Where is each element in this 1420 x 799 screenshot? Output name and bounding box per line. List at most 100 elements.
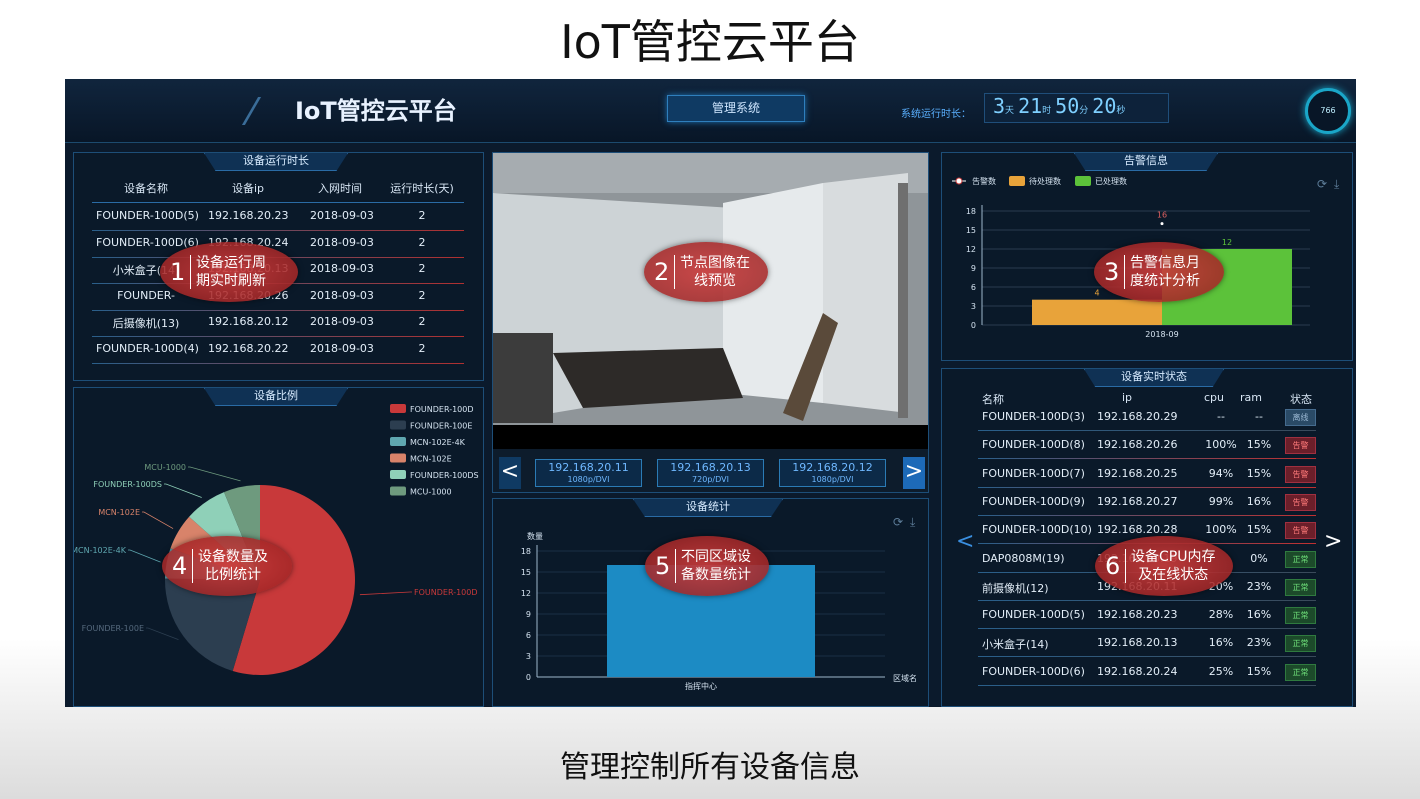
pie-legend-label[interactable]: MCN-102E [410, 455, 452, 464]
pie-label: MCU-1000 [144, 463, 186, 472]
status-name-cell: FOUNDER-100D(8) [982, 438, 1085, 452]
alarm-bar-待处理数[interactable] [1032, 299, 1162, 325]
stats-y-tick: 15 [521, 568, 531, 577]
camera-res-2: 720p/DVI [692, 475, 729, 484]
runtime-day-unit: 天 [1005, 106, 1015, 116]
runtime-row-line [92, 362, 464, 364]
pie-label: MCN-102E [98, 508, 140, 517]
status-name-cell: FOUNDER-100D(10) [982, 523, 1092, 537]
pie-label: FOUNDER-100D [414, 588, 478, 597]
runtime-label: 系统运行时长： [901, 109, 971, 120]
status-row-line [978, 628, 1316, 630]
status-badge[interactable]: 正常 [1285, 550, 1316, 568]
alarm-y-tick: 12 [966, 245, 976, 254]
status-badge[interactable]: 告警 [1285, 465, 1316, 483]
alarm-y-tick: 9 [971, 264, 976, 273]
pie-legend-label[interactable]: FOUNDER-100E [410, 422, 472, 431]
status-row-line [978, 599, 1316, 601]
status-badge[interactable]: 正常 [1285, 663, 1316, 681]
slide-caption: 管理控制所有设备信息 [560, 750, 860, 785]
status-name-cell: DAP0808M(19) [982, 551, 1065, 565]
status-badge[interactable]: 离线 [1285, 409, 1316, 426]
status-ram-cell: 0% [1250, 551, 1268, 565]
status-prev-button[interactable]: < [956, 529, 974, 554]
video-prev-button[interactable]: < [499, 457, 521, 489]
pie-label-line [128, 549, 161, 563]
status-cpu-cell: 100% [1205, 523, 1237, 537]
status-badge[interactable]: 告警 [1285, 522, 1316, 540]
stats-download-icon[interactable]: ⤓ [910, 515, 915, 530]
alarm-legend-label[interactable]: 告警数 [972, 176, 996, 186]
camera-ip-3: 192.168.20.12 [792, 461, 873, 474]
runtime-cell: 192.168.20.23 [208, 209, 289, 222]
alarm-legend-label[interactable]: 已处理数 [1095, 176, 1127, 186]
dashboard-title: IoT管控云平台 [295, 97, 457, 125]
status-ip-cell: 192.168.20.28 [1097, 523, 1178, 537]
stats-y-label: 数量 [527, 531, 543, 541]
status-next-button[interactable]: > [1324, 529, 1342, 554]
status-badge[interactable]: 正常 [1285, 635, 1316, 653]
camera-res-1: 1080p/DVI [567, 475, 610, 484]
status-badge[interactable]: 告警 [1285, 493, 1316, 511]
runtime-minute-unit: 分 [1079, 106, 1089, 116]
alarm-panel-title: 告警信息 [1074, 153, 1218, 171]
pie-label: FOUNDER-100DS [93, 480, 162, 489]
pie-label-line [164, 483, 202, 498]
camera-res-3: 1080p/DVI [811, 475, 854, 484]
alarm-y-tick: 3 [971, 302, 976, 311]
annotation-bubble-6: 6 设备CPU内存 及在线状态 [1095, 536, 1233, 596]
pie-legend-label[interactable]: MCN-102E-4K [410, 438, 466, 447]
runtime-cell: 2018-09-03 [310, 235, 374, 249]
annotation-bubble-5: 5 不同区域设 备数量统计 [645, 536, 769, 596]
management-system-button[interactable]: 管理系统 [667, 95, 805, 122]
status-ram-cell: 15% [1246, 523, 1272, 537]
slide-title: IoT管控云平台 [560, 15, 860, 69]
camera-ip-button-2[interactable]: 192.168.20.13 720p/DVI [657, 459, 764, 487]
pie-legend-swatch [390, 453, 406, 463]
stats-y-tick: 0 [526, 673, 531, 682]
annotation-number-1: 1 [170, 258, 186, 286]
alarm-legend-swatch [955, 177, 963, 185]
status-cpu-cell: 100% [1205, 438, 1237, 452]
pie-legend-label[interactable]: FOUNDER-100D [410, 405, 474, 414]
alarm-legend-label[interactable]: 待处理数 [1029, 176, 1061, 186]
status-ip-cell: 192.168.20.24 [1097, 664, 1178, 678]
pie-legend-label[interactable]: FOUNDER-100DS [410, 471, 479, 480]
status-cpu-cell: 94% [1208, 466, 1234, 480]
runtime-row-line [92, 230, 464, 231]
dashboard: IoT管控云平台 管理系统 系统运行时长： 3 天 21 时 50 分 20 秒… [65, 79, 1356, 707]
status-ip-cell: 192.168.20.26 [1097, 438, 1178, 452]
stats-refresh-icon[interactable]: ⟳ [893, 515, 903, 529]
camera-ip-button-3[interactable]: 192.168.20.12 1080p/DVI [779, 459, 886, 487]
status-cpu-cell: 28% [1208, 608, 1234, 622]
runtime-header-line [92, 202, 464, 203]
video-next-button[interactable]: > [903, 457, 925, 489]
pie-label-line [359, 591, 412, 596]
camera-ip-button-1[interactable]: 192.168.20.11 1080p/DVI [535, 459, 642, 487]
alarm-legend-swatch [1075, 176, 1091, 186]
status-badge[interactable]: 告警 [1285, 437, 1316, 455]
status-cpu-cell: 25% [1208, 664, 1234, 678]
pie-legend-label[interactable]: MCU-1000 [410, 488, 452, 497]
stats-y-tick: 18 [521, 547, 531, 556]
status-ip-cell: 192.168.20.13 [1097, 636, 1178, 650]
status-badge[interactable]: 正常 [1285, 578, 1316, 596]
runtime-cell: FOUNDER-100D(5) [96, 209, 199, 222]
status-row-line [978, 514, 1316, 516]
runtime-cell: 2018-09-03 [310, 209, 374, 222]
status-col-header: ram [1240, 391, 1262, 404]
download-icon[interactable]: ⤓ [1334, 177, 1339, 192]
runtime-seconds: 20 [1092, 94, 1117, 118]
runtime-row-line [92, 336, 464, 337]
status-badge[interactable]: 正常 [1285, 607, 1316, 625]
alarm-point[interactable] [1160, 222, 1164, 226]
status-ram-cell: 23% [1246, 579, 1272, 593]
runtime-row-line [92, 309, 464, 311]
status-ram-cell: -- [1255, 410, 1263, 423]
alarm-x-tick: 2018-09 [1145, 330, 1178, 339]
annotation-bubble-4: 4 设备数量及 比例统计 [162, 536, 292, 596]
refresh-icon[interactable]: ⟳ [1317, 177, 1327, 191]
runtime-days: 3 [993, 94, 1006, 118]
annotation-number-6: 6 [1105, 552, 1121, 580]
annotation-text-2: 节点图像在 线预览 [680, 255, 750, 289]
